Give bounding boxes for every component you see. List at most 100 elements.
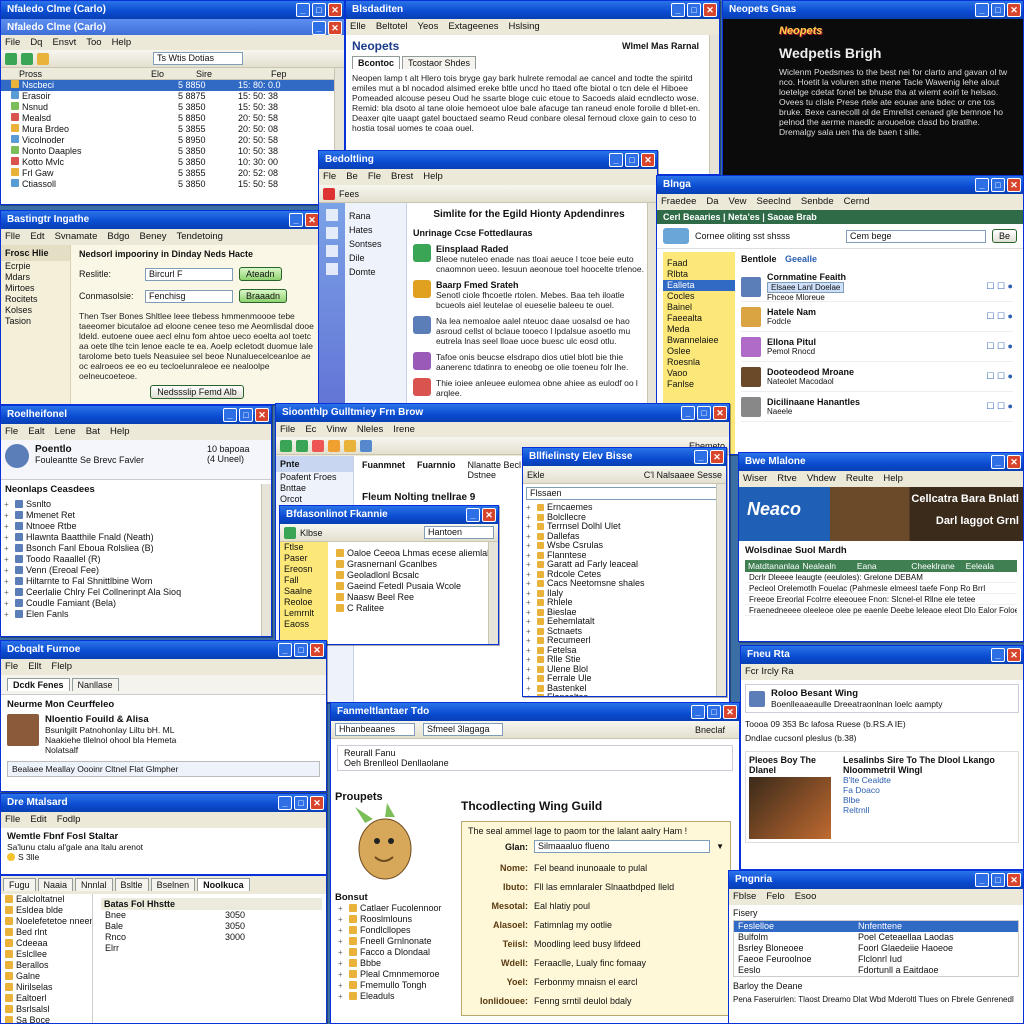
minimize-icon[interactable]: _ xyxy=(975,178,989,192)
menu-send[interactable]: Senbde xyxy=(801,196,834,207)
list-item[interactable]: Geoladlonl Bcsalc xyxy=(332,570,488,581)
tree-item[interactable]: Sctnaets xyxy=(523,627,726,637)
back-icon[interactable] xyxy=(5,52,17,65)
field-value[interactable]: Fenng srntil deulol bdaly xyxy=(534,992,724,1011)
sidebar-item[interactable]: Ecrpie xyxy=(1,261,70,272)
sidebar-item[interactable]: Fall xyxy=(280,575,328,586)
tab-label[interactable]: Klbse xyxy=(300,528,323,538)
scrollbar[interactable] xyxy=(488,542,498,644)
tree-item[interactable]: Garatt ad Farly leaceal xyxy=(523,560,726,570)
tree-item[interactable]: Eleaduls xyxy=(335,991,455,1002)
field-value[interactable]: Fatimnlag my ootlie xyxy=(534,916,724,935)
menu-help[interactable]: Irene xyxy=(393,424,415,435)
minimize-icon[interactable]: _ xyxy=(466,508,480,522)
menu-file[interactable]: Fle xyxy=(5,661,18,672)
sidebar-item[interactable]: Meda xyxy=(663,324,735,335)
sidebar-item[interactable]: Saalne xyxy=(280,586,328,597)
sidebar-item[interactable]: Kolses xyxy=(1,305,70,316)
file-pane-window[interactable]: Fugu Naaia Nnnlal Bsltle Bselnen Noolkuca Eal… xyxy=(0,875,327,1024)
status-bar[interactable]: Bealaee Meallay Oooinr Cltnel Flat Glmph… xyxy=(7,761,320,777)
table-row[interactable]: Freeoe Ereorlal Fcolrre eleeouee Fnon: S… xyxy=(745,594,1017,605)
title-bar[interactable]: Pngnria _ □ ✕ xyxy=(729,871,1023,889)
column-name[interactable]: Pross xyxy=(1,68,151,79)
close-icon[interactable]: ✕ xyxy=(713,406,727,420)
column-size[interactable]: Sire xyxy=(196,68,271,79)
tree-item[interactable]: Eslcllee xyxy=(1,949,92,960)
column-2[interactable]: Fuarnnio xyxy=(417,460,456,480)
tree-item[interactable]: Catlaer Fucolennoor xyxy=(335,903,455,914)
favorites-icon[interactable] xyxy=(344,439,356,452)
search-button[interactable]: Be xyxy=(991,229,1017,243)
tree-item[interactable]: Fetelsa xyxy=(523,646,726,656)
list-item[interactable]: Tafoe onis beucse elsdrapo dios utiel bl… xyxy=(413,352,645,372)
title-bar[interactable]: Nfaledo Clme (Carlo) _ □ ✕ xyxy=(1,1,344,19)
list-item[interactable]: Oaloe Ceeoa Lhmas ecese aliemlalt xyxy=(332,548,488,559)
sidebar-item[interactable]: Vaoo xyxy=(663,368,735,379)
close-icon[interactable]: ✕ xyxy=(710,450,724,464)
menu-edit[interactable]: Dq xyxy=(30,37,42,48)
tab-1[interactable]: Bentlole xyxy=(741,254,777,264)
address-field[interactable]: Flssaen xyxy=(526,487,723,500)
tree-item[interactable]: Rooslmlouns xyxy=(335,914,455,925)
maximize-icon[interactable]: □ xyxy=(625,153,639,167)
banner-nav[interactable]: Cerl Beaaries | Neta'es | Saoae Brab xyxy=(657,210,1023,224)
tree-item[interactable]: Recumeerl xyxy=(523,636,726,646)
menu-file[interactable]: Fblse xyxy=(733,891,756,902)
minimize-icon[interactable]: _ xyxy=(671,3,685,17)
title-bar[interactable]: Bfdasonlinot Fkannie _ ✕ xyxy=(280,506,498,524)
title-bar[interactable]: Bedoltling _ □ ✕ xyxy=(319,151,657,169)
stop-icon[interactable] xyxy=(323,187,335,200)
close-icon[interactable]: ✕ xyxy=(310,643,324,657)
menu-file[interactable]: Wiser xyxy=(743,473,767,484)
sidebar-item[interactable]: Ealleta xyxy=(663,280,735,291)
chat-window[interactable]: Dre Mtalsard _ □ ✕ Flle Edit Fodlp Wemtle Fb… xyxy=(0,793,327,875)
tree-item[interactable]: Bsrlsalsl xyxy=(1,1004,92,1015)
nav-item[interactable]: Sontses xyxy=(345,237,406,251)
tab-1[interactable]: Bcontoc xyxy=(352,56,400,69)
column-header[interactable]: Cheeklrane xyxy=(908,560,962,572)
close-icon[interactable]: ✕ xyxy=(723,705,737,719)
close-icon[interactable]: ✕ xyxy=(1007,648,1021,662)
search-input[interactable]: Cem bege xyxy=(845,229,986,243)
contact-item[interactable]: Hlawnta Baatthile Fnald (Neath) xyxy=(1,532,271,543)
title-bar[interactable]: Bwe Mlalone _ ✕ xyxy=(739,453,1023,471)
menu-edit[interactable]: Edt xyxy=(30,231,44,242)
close-icon[interactable]: ✕ xyxy=(1007,873,1021,887)
field-value[interactable]: Moodling leed busy lifdeed xyxy=(534,935,724,954)
user-tag[interactable]: Elsaee Lanl Doelae xyxy=(767,281,845,293)
list-item[interactable]: Naasw Beel Ree xyxy=(332,592,488,603)
menu-help[interactable]: Hslsing xyxy=(509,21,540,32)
back-icon[interactable] xyxy=(284,526,296,539)
tree-item[interactable]: Cdeeaa xyxy=(1,938,92,949)
field-value[interactable]: Eal hlatiy poul xyxy=(534,897,724,916)
user-row[interactable]: Ellona Pitul Pemol Rnocd ☐ ☐ ● xyxy=(741,332,1013,362)
title-bar[interactable]: Bastingtr Ingathe _ ✕ xyxy=(1,211,321,229)
table-row[interactable]: Mura Brdeo 5 3855 20: 50: 08 xyxy=(1,124,344,135)
action-icons[interactable]: ☐ ☐ ● xyxy=(986,341,1013,352)
title-bar[interactable]: Fanmeltlantaer Tdo _ □ ✕ xyxy=(331,703,739,721)
table-row[interactable]: Bsrley Bloneoee Foorl Glaedeiie Haoeoe xyxy=(734,943,1018,954)
contact-item[interactable]: Ntnoee Rtbe xyxy=(1,521,271,532)
tree-item[interactable]: Nirilselas xyxy=(1,982,92,993)
close-icon[interactable]: ✕ xyxy=(328,21,342,35)
menu-file[interactable]: File xyxy=(5,37,20,48)
contact-item[interactable]: Ceerlalie Chlry Fel Collnerinpt Ala Sioq xyxy=(1,587,271,598)
menu-view[interactable]: Esoo xyxy=(795,891,817,902)
menu-tools[interactable]: Too xyxy=(86,37,101,48)
title-bar[interactable]: Bllfielinsty Elev Bisse _ ✕ xyxy=(523,448,726,466)
menu-help[interactable]: Help xyxy=(110,426,130,437)
table-row[interactable]: Bale 3050 xyxy=(101,921,322,932)
close-icon[interactable]: ✕ xyxy=(255,408,269,422)
user-name[interactable]: Cornmatine Feaith xyxy=(767,272,980,282)
maximize-icon[interactable]: □ xyxy=(687,3,701,17)
side-item[interactable]: Orcot xyxy=(276,494,353,505)
maximize-icon[interactable]: □ xyxy=(294,643,308,657)
list-item[interactable]: Baarp Fmed Srateh Senotl ciole fhcoetle r… xyxy=(413,280,645,310)
mail-window[interactable]: Bedoltling _ □ ✕ Fle Be Fle Brest Help Fees Ra… xyxy=(318,150,658,405)
tree-item[interactable]: Ealcloltatnel xyxy=(1,894,92,905)
table-row[interactable]: Elrr xyxy=(101,943,322,954)
maximize-icon[interactable]: □ xyxy=(239,408,253,422)
toolbar-dropdown-1[interactable]: Hhanbeaanes xyxy=(335,723,415,736)
home-icon[interactable] xyxy=(328,439,340,452)
table-row[interactable]: Kotto Mvlc 5 3850 10: 30: 00 xyxy=(1,157,344,168)
